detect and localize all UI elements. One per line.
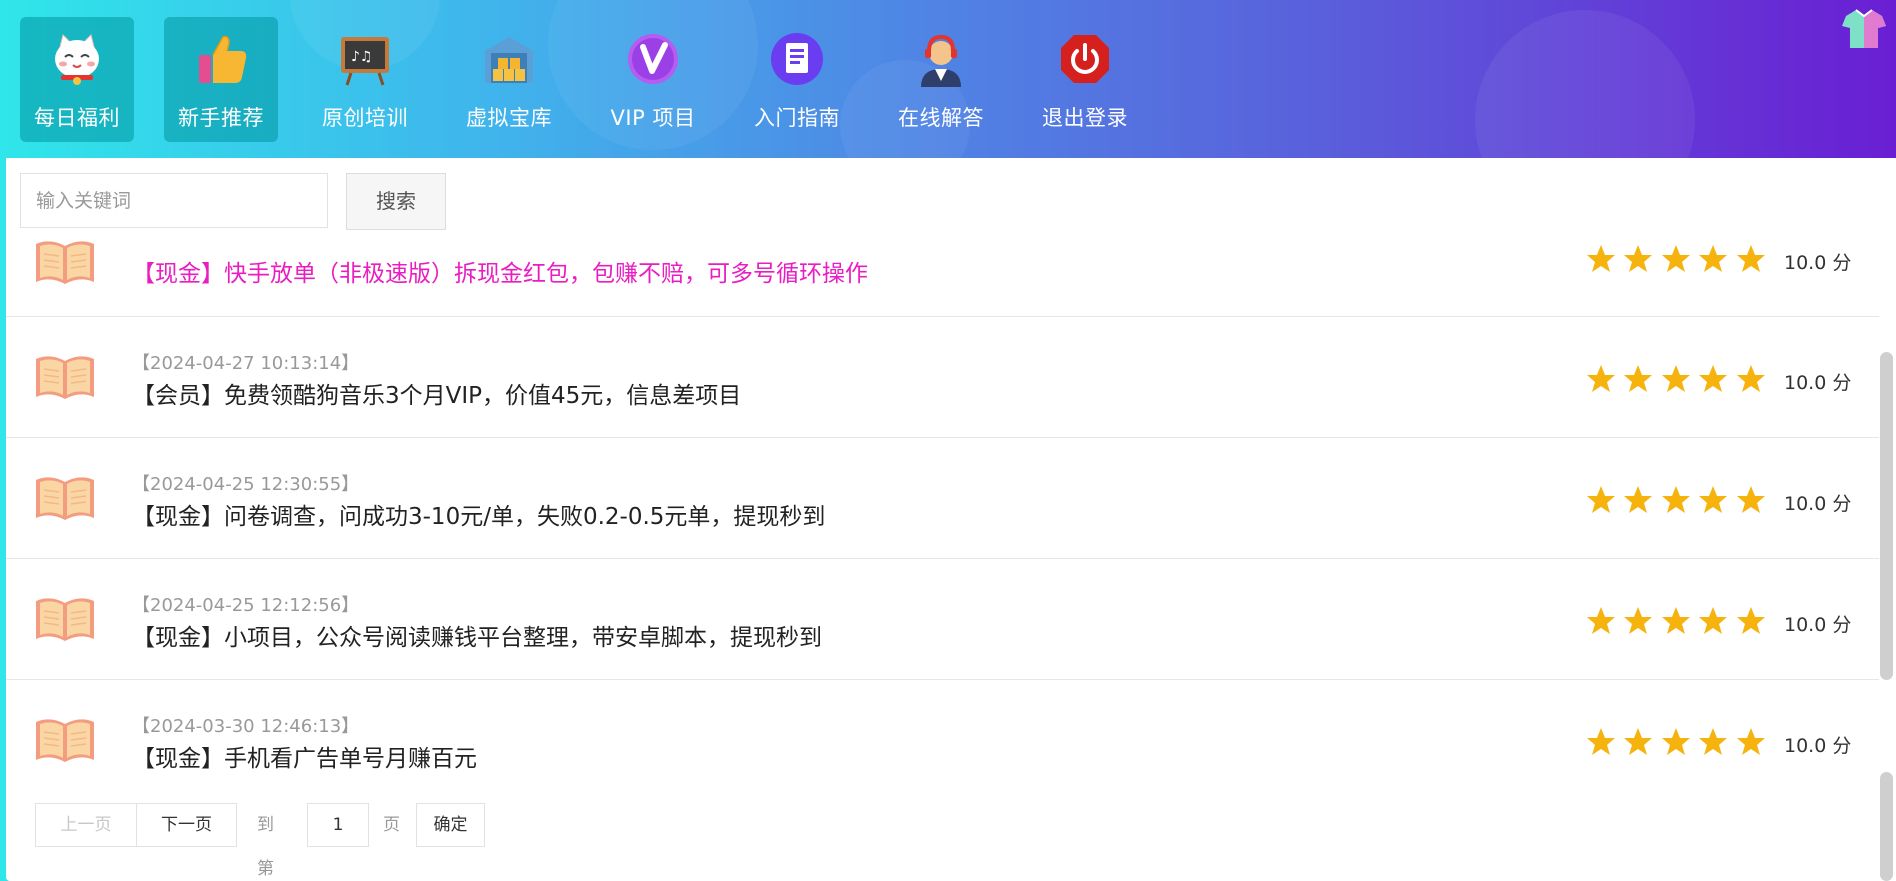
star-icon bbox=[1662, 245, 1690, 272]
rating-stars bbox=[1586, 244, 1776, 274]
nav-item-label: 在线解答 bbox=[898, 106, 984, 130]
star-icon bbox=[1624, 607, 1652, 634]
star-icon bbox=[1587, 365, 1615, 392]
score-value: 10.0 分 bbox=[1784, 252, 1852, 274]
star-icon bbox=[1737, 245, 1765, 272]
nav-item-getting-started[interactable]: 入门指南 bbox=[740, 17, 854, 142]
star-icon bbox=[1587, 728, 1615, 755]
goto-label: 到第 bbox=[257, 815, 274, 879]
chalkboard-icon: ♪♫ bbox=[341, 37, 389, 86]
top-nav: 每日福利 新手推荐 ♪♫ 原创培训 虚拟宝库 VIP 项目 入门指南 在线解答 … bbox=[0, 0, 1896, 158]
warehouse-icon bbox=[485, 37, 533, 83]
nav-item-newbie-recommend[interactable]: 新手推荐 bbox=[164, 17, 278, 142]
nav-item-label: VIP 项目 bbox=[610, 106, 696, 130]
page-number-input[interactable]: 1 bbox=[307, 803, 369, 847]
star-icon bbox=[1624, 486, 1652, 513]
article-date: 【2024-04-25 12:30:55】 bbox=[132, 474, 360, 495]
article-title[interactable]: 【现金】手机看广告单号月赚百元 bbox=[132, 739, 477, 773]
power-icon bbox=[1061, 35, 1109, 83]
nav-item-label: 虚拟宝库 bbox=[466, 106, 552, 130]
star-icon bbox=[1662, 365, 1690, 392]
thumbs-up-icon bbox=[199, 35, 247, 83]
svg-text:♪♫: ♪♫ bbox=[351, 49, 373, 65]
nav-item-original-training[interactable]: ♪♫ 原创培训 bbox=[308, 17, 422, 142]
nav-item-label: 退出登录 bbox=[1042, 106, 1128, 130]
star-icon bbox=[1624, 728, 1652, 755]
nav-item-online-answers[interactable]: 在线解答 bbox=[884, 17, 998, 142]
nav-item-logout[interactable]: 退出登录 bbox=[1028, 17, 1142, 142]
nav-item-daily-welfare[interactable]: 每日福利 bbox=[20, 17, 134, 142]
vip-icon bbox=[628, 34, 678, 84]
nav-item-vip-project[interactable]: VIP 项目 bbox=[596, 17, 710, 142]
nav-item-label: 入门指南 bbox=[754, 106, 840, 130]
confirm-page-button[interactable]: 确定 bbox=[416, 803, 485, 847]
star-icon bbox=[1624, 245, 1652, 272]
star-icon bbox=[1587, 245, 1615, 272]
star-icon bbox=[1624, 365, 1652, 392]
open-book-icon bbox=[36, 356, 94, 399]
article-title[interactable]: 【现金】快手放单（非极速版）拆现金红包，包赚不赔，可多号循环操作 bbox=[132, 254, 868, 288]
rating-stars bbox=[1586, 485, 1776, 515]
prev-page-button[interactable]: 上一页 bbox=[35, 803, 137, 847]
star-icon bbox=[1699, 245, 1727, 272]
star-icon bbox=[1699, 728, 1727, 755]
support-agent-icon bbox=[921, 34, 961, 87]
article-title[interactable]: 【现金】小项目，公众号阅读赚钱平台整理，带安卓脚本，提现秒到 bbox=[132, 618, 822, 652]
star-icon bbox=[1737, 486, 1765, 513]
star-icon bbox=[1587, 607, 1615, 634]
nav-item-label: 每日福利 bbox=[34, 106, 120, 130]
star-icon bbox=[1699, 607, 1727, 634]
open-book-icon bbox=[36, 241, 94, 284]
open-book-icon bbox=[36, 477, 94, 520]
list-item[interactable]: 【2024-03-30 12:46:13】 【现金】手机看广告单号月赚百元 10… bbox=[6, 680, 1880, 801]
star-icon bbox=[1737, 728, 1765, 755]
star-icon bbox=[1699, 365, 1727, 392]
list-item[interactable]: 【2024-04-25 12:12:56】 【现金】小项目，公众号阅读赚钱平台整… bbox=[6, 559, 1880, 680]
star-icon bbox=[1587, 486, 1615, 513]
rating-stars bbox=[1586, 606, 1776, 636]
lucky-cat-icon bbox=[55, 34, 99, 85]
open-book-icon bbox=[36, 598, 94, 641]
star-icon bbox=[1662, 607, 1690, 634]
star-icon bbox=[1662, 486, 1690, 513]
score-value: 10.0 分 bbox=[1784, 493, 1852, 515]
content-panel: 【现金】快手放单（非极速版）拆现金红包，包赚不赔，可多号循环操作 10.0 分 bbox=[6, 158, 1886, 881]
open-book-icon bbox=[36, 719, 94, 762]
rating-stars bbox=[1586, 727, 1776, 757]
score-value: 10.0 分 bbox=[1784, 614, 1852, 636]
article-title[interactable]: 【现金】问卷调查，问成功3-10元/单，失败0.2-0.5元单，提现秒到 bbox=[132, 497, 825, 531]
scrollbar-thumb-outer[interactable] bbox=[1880, 772, 1893, 881]
star-icon bbox=[1662, 728, 1690, 755]
nav-item-virtual-vault[interactable]: 虚拟宝库 bbox=[452, 17, 566, 142]
score-value: 10.0 分 bbox=[1784, 372, 1852, 394]
rating-stars bbox=[1586, 364, 1776, 394]
star-icon bbox=[1737, 365, 1765, 392]
star-icon bbox=[1737, 607, 1765, 634]
search-input[interactable] bbox=[20, 173, 328, 228]
article-date: 【2024-04-27 10:13:14】 bbox=[132, 353, 360, 374]
theme-shirt-icon[interactable] bbox=[1842, 8, 1886, 50]
search-button[interactable]: 搜索 bbox=[346, 173, 446, 230]
score-value: 10.0 分 bbox=[1784, 735, 1852, 757]
list-item[interactable]: 【2024-04-27 10:13:14】 【会员】免费领酷狗音乐3个月VIP，… bbox=[6, 317, 1880, 438]
list-item[interactable]: 【2024-04-25 12:30:55】 【现金】问卷调查，问成功3-10元/… bbox=[6, 438, 1880, 559]
page-suffix-label: 页 bbox=[383, 815, 400, 835]
next-page-button[interactable]: 下一页 bbox=[136, 803, 237, 847]
scrollbar-thumb[interactable] bbox=[1880, 352, 1893, 680]
star-icon bbox=[1699, 486, 1727, 513]
document-icon bbox=[771, 33, 823, 85]
article-date: 【2024-03-30 12:46:13】 bbox=[132, 716, 360, 737]
article-date: 【2024-04-25 12:12:56】 bbox=[132, 595, 360, 616]
nav-item-label: 新手推荐 bbox=[178, 106, 264, 130]
app-window: 每日福利 新手推荐 ♪♫ 原创培训 虚拟宝库 VIP 项目 入门指南 在线解答 … bbox=[0, 0, 1896, 881]
article-title[interactable]: 【会员】免费领酷狗音乐3个月VIP，价值45元，信息差项目 bbox=[132, 376, 741, 410]
nav-item-label: 原创培训 bbox=[322, 106, 408, 130]
